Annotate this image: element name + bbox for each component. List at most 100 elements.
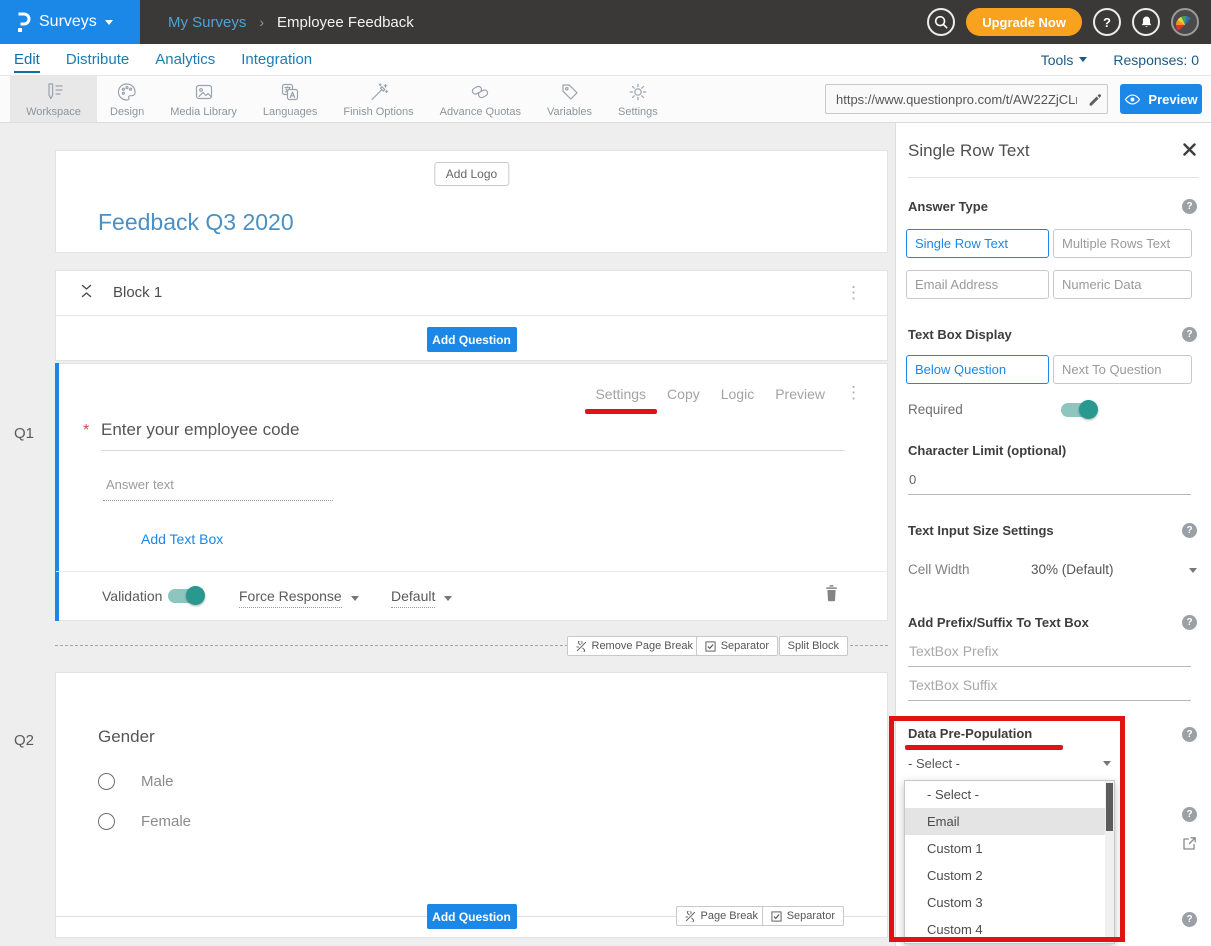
chevron-down-icon <box>105 20 113 25</box>
page-break-button[interactable]: Page Break <box>676 906 767 926</box>
external-link-icon[interactable] <box>1182 836 1197 851</box>
help-icon[interactable] <box>1182 199 1197 214</box>
breadcrumb-my-surveys[interactable]: My Surveys <box>168 14 246 31</box>
dropdown-option-custom2[interactable]: Custom 2 <box>905 862 1114 889</box>
textbox-suffix-input[interactable] <box>908 678 1191 701</box>
separator-toggle-button-2[interactable]: Separator <box>762 906 844 926</box>
block-card: Block 1 Add Question <box>55 270 888 361</box>
tab-question-logic[interactable]: Logic <box>721 386 754 402</box>
toolbar-item-design[interactable]: Design <box>97 76 157 122</box>
question-menu-icon[interactable] <box>845 384 862 401</box>
character-limit-input[interactable] <box>908 472 1191 495</box>
upgrade-now-button[interactable]: Upgrade Now <box>966 8 1082 36</box>
cell-width-value[interactable]: 30% (Default) <box>1031 562 1114 577</box>
app-switcher[interactable]: Surveys <box>0 0 140 44</box>
search-button[interactable] <box>927 8 955 36</box>
page-break-row: Remove Page Break Separator Split Block <box>55 636 888 656</box>
toolbar-item-settings[interactable]: Settings <box>605 76 671 122</box>
toolbar-item-media-library[interactable]: Media Library <box>157 76 250 122</box>
data-prepopulation-select[interactable]: - Select - <box>908 756 1111 771</box>
close-panel-button[interactable] <box>1183 143 1196 156</box>
block-name[interactable]: Block 1 <box>113 284 162 301</box>
answer-type-label: Answer Type <box>908 199 988 214</box>
breadcrumb-current: Employee Feedback <box>277 14 414 31</box>
chevron-down-icon <box>1079 57 1087 62</box>
split-block-button[interactable]: Split Block <box>779 636 848 656</box>
force-response-dropdown[interactable]: Force Response <box>239 588 359 608</box>
toolbar-item-variables[interactable]: Variables <box>534 76 605 122</box>
notifications-button[interactable] <box>1132 8 1160 36</box>
help-icon[interactable] <box>1182 615 1197 630</box>
default-dropdown[interactable]: Default <box>391 588 452 608</box>
collapse-block-icon[interactable] <box>81 284 92 298</box>
survey-title[interactable]: Feedback Q3 2020 <box>98 209 294 236</box>
dropdown-option-custom3[interactable]: Custom 3 <box>905 889 1114 916</box>
answer-type-single-row[interactable]: Single Row Text <box>906 229 1049 258</box>
delete-question-button[interactable] <box>824 584 839 602</box>
question-text-underline <box>101 450 845 451</box>
close-icon <box>1183 143 1196 156</box>
dropdown-option-select[interactable]: - Select - <box>905 781 1114 808</box>
help-icon[interactable] <box>1182 523 1197 538</box>
tools-menu[interactable]: Tools <box>1041 52 1088 68</box>
add-text-box-link[interactable]: Add Text Box <box>141 531 223 547</box>
prefix-suffix-label: Add Prefix/Suffix To Text Box <box>908 615 1089 630</box>
question-2-text[interactable]: Gender <box>98 727 155 747</box>
survey-url-input[interactable] <box>826 92 1081 107</box>
user-avatar[interactable] <box>1171 8 1199 36</box>
dropdown-option-custom1[interactable]: Custom 1 <box>905 835 1114 862</box>
radio-icon[interactable] <box>98 813 115 830</box>
tab-analytics[interactable]: Analytics <box>155 46 215 73</box>
required-label: Required <box>908 402 963 417</box>
answer-type-multiple-rows[interactable]: Multiple Rows Text <box>1053 229 1192 258</box>
question-1-card: Settings Copy Logic Preview * Enter your… <box>55 363 888 621</box>
tab-question-preview[interactable]: Preview <box>775 386 825 402</box>
separator-toggle-button[interactable]: Separator <box>696 636 778 656</box>
preview-button[interactable]: Preview <box>1120 84 1202 114</box>
add-logo-button[interactable]: Add Logo <box>434 162 509 186</box>
cell-width-label: Cell Width <box>908 562 970 577</box>
textbox-prefix-input[interactable] <box>908 644 1191 667</box>
question-1-text[interactable]: Enter your employee code <box>101 420 299 440</box>
question-2-card: Gender Male Female Add Question Page Bre… <box>55 672 888 938</box>
dropdown-scrollbar-thumb[interactable] <box>1106 783 1113 831</box>
tab-question-copy[interactable]: Copy <box>667 386 700 402</box>
help-icon[interactable] <box>1182 727 1197 742</box>
block-menu-icon[interactable] <box>845 284 862 301</box>
toolbar-item-finish-options[interactable]: Finish Options <box>330 76 426 122</box>
add-question-button-top[interactable]: Add Question <box>427 327 517 352</box>
help-icon[interactable] <box>1182 807 1197 822</box>
dropdown-option-email[interactable]: Email <box>905 808 1114 835</box>
tab-distribute[interactable]: Distribute <box>66 46 129 73</box>
chevron-down-icon[interactable] <box>1189 568 1197 573</box>
answer-type-numeric[interactable]: Numeric Data <box>1053 270 1192 299</box>
toolbar-item-workspace[interactable]: Workspace <box>10 76 97 122</box>
remove-page-break-button[interactable]: Remove Page Break <box>567 636 703 656</box>
required-toggle[interactable] <box>1061 403 1096 417</box>
tab-integration[interactable]: Integration <box>241 46 312 73</box>
radio-option-female[interactable]: Female <box>98 813 191 830</box>
edit-url-button[interactable] <box>1081 92 1107 106</box>
help-icon[interactable] <box>1182 327 1197 342</box>
answer-type-email[interactable]: Email Address <box>906 270 1049 299</box>
data-prepopulation-dropdown: - Select - Email Custom 1 Custom 2 Custo… <box>904 780 1115 944</box>
radio-option-male[interactable]: Male <box>98 773 174 790</box>
help-icon[interactable] <box>1182 912 1197 927</box>
responses-count[interactable]: Responses: 0 <box>1113 52 1199 68</box>
dropdown-scrollbar-track[interactable] <box>1105 781 1114 943</box>
toolbar-item-languages[interactable]: Languages <box>250 76 330 122</box>
help-button[interactable] <box>1093 8 1121 36</box>
answer-text-input[interactable] <box>103 477 333 501</box>
add-question-button-bottom[interactable]: Add Question <box>427 904 517 929</box>
display-below-question[interactable]: Below Question <box>906 355 1049 384</box>
toolbar-item-advance-quotas[interactable]: Advance Quotas <box>427 76 534 122</box>
question-action-tabs: Settings Copy Logic Preview <box>595 386 825 402</box>
search-icon <box>933 14 949 30</box>
dropdown-option-custom4[interactable]: Custom 4 <box>905 916 1114 943</box>
workspace-icon <box>43 81 65 103</box>
display-next-to-question[interactable]: Next To Question <box>1053 355 1192 384</box>
validation-toggle[interactable] <box>168 589 203 603</box>
tab-edit[interactable]: Edit <box>14 46 40 73</box>
radio-icon[interactable] <box>98 773 115 790</box>
tab-question-settings[interactable]: Settings <box>595 386 646 402</box>
